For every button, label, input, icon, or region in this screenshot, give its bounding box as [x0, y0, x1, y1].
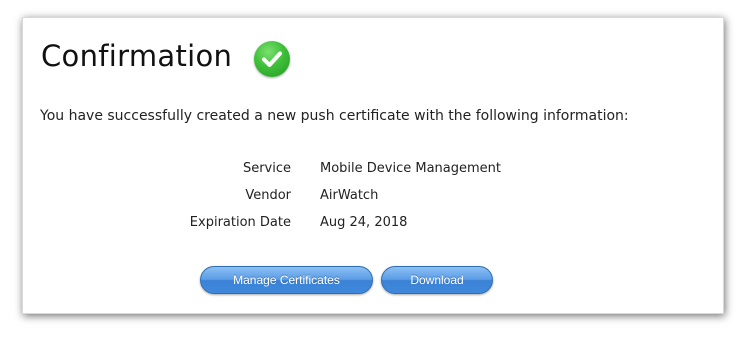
- check-circle-icon: [254, 41, 291, 77]
- certificate-details: Service Mobile Device Management Vendor …: [23, 161, 723, 242]
- detail-row-vendor: Vendor AirWatch: [23, 188, 723, 215]
- download-button[interactable]: Download: [381, 266, 493, 294]
- confirmation-message: You have successfully created a new push…: [40, 108, 629, 124]
- action-buttons: Manage Certificates Download: [200, 266, 493, 294]
- heading-row: Confirmation: [41, 36, 291, 77]
- page-title: Confirmation: [41, 39, 233, 73]
- manage-certificates-button[interactable]: Manage Certificates: [200, 266, 373, 294]
- detail-value: AirWatch: [320, 188, 379, 203]
- detail-row-expiration-date: Expiration Date Aug 24, 2018: [23, 215, 723, 242]
- detail-row-service: Service Mobile Device Management: [23, 161, 723, 188]
- detail-value: Mobile Device Management: [320, 161, 502, 176]
- detail-label: Expiration Date: [189, 215, 291, 230]
- detail-label: Vendor: [245, 188, 291, 203]
- confirmation-panel: Confirmation You have successfully creat…: [22, 17, 724, 314]
- detail-label: Service: [242, 161, 291, 176]
- detail-value: Aug 24, 2018: [320, 215, 408, 230]
